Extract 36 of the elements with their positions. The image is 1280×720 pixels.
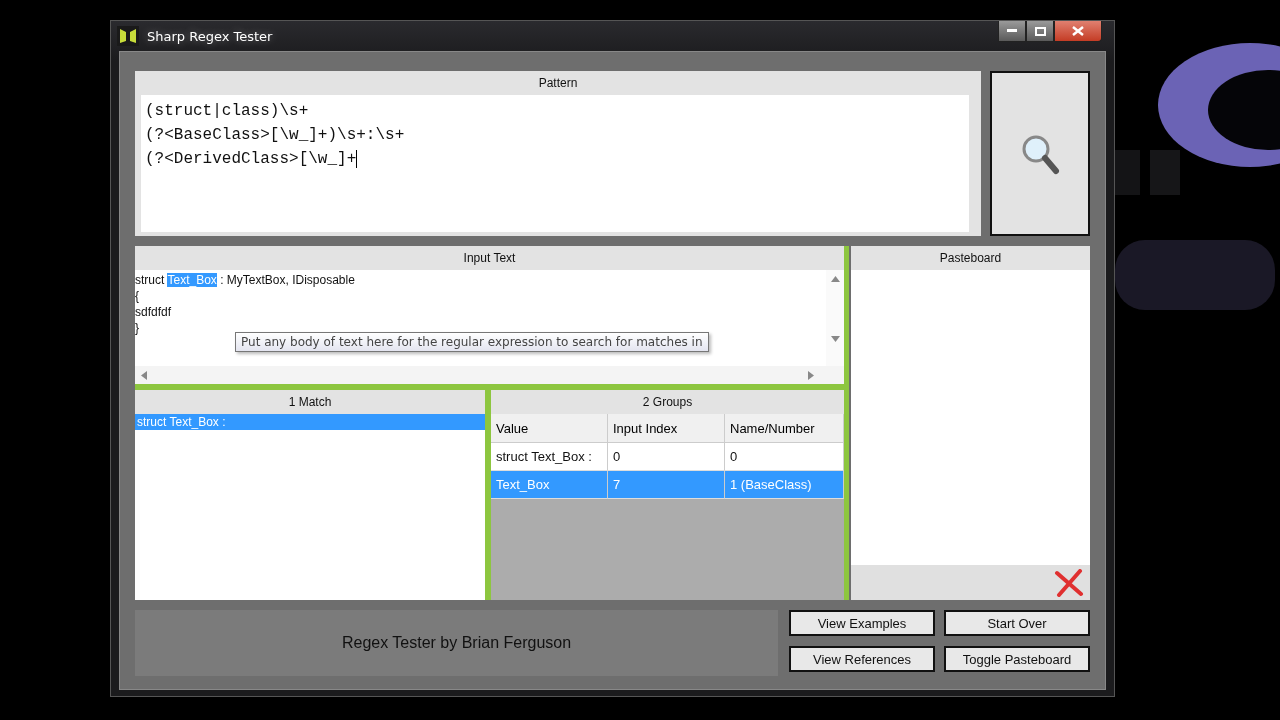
column-header[interactable]: Name/Number [725, 414, 844, 443]
table-cell[interactable]: 0 [725, 443, 844, 471]
search-button[interactable] [990, 71, 1090, 236]
app-logo-icon [117, 26, 139, 46]
vertical-scrollbar[interactable] [826, 270, 844, 366]
pasteboard-field[interactable] [851, 270, 1090, 565]
action-button[interactable]: View Examples [789, 610, 935, 636]
scroll-down-icon[interactable] [830, 336, 840, 342]
table-cell[interactable]: 0 [608, 443, 725, 471]
tooltip: Put any body of text here for the regular expression to search for matches in [235, 332, 709, 352]
column-header[interactable]: Value [491, 414, 608, 443]
close-button[interactable] [1054, 21, 1102, 42]
panel-title: 1 Match [135, 390, 485, 414]
column-header[interactable]: Input Index [608, 414, 725, 443]
horizontal-scrollbar[interactable] [135, 366, 844, 384]
panel-title: 2 Groups [491, 390, 844, 414]
maximize-icon [1034, 26, 1046, 36]
maximize-button[interactable] [1026, 21, 1054, 42]
window-title: Sharp Regex Tester [147, 28, 273, 44]
close-icon [1072, 26, 1084, 36]
action-button[interactable]: View References [789, 646, 935, 672]
scroll-right-icon[interactable] [808, 370, 814, 380]
action-button[interactable]: Toggle Pasteboard [944, 646, 1090, 672]
scroll-left-icon[interactable] [141, 370, 147, 380]
clear-icon[interactable] [1054, 568, 1084, 597]
credit-text: Regex Tester by Brian Ferguson [135, 610, 778, 676]
minimize-button[interactable] [998, 21, 1026, 42]
action-button[interactable]: Start Over [944, 610, 1090, 636]
minimize-icon [1007, 29, 1017, 33]
input-text-line: { [135, 288, 140, 304]
scroll-up-icon[interactable] [830, 276, 840, 282]
table-cell[interactable]: struct Text_Box : [491, 443, 608, 471]
input-text-line: sdfdfdf [135, 304, 173, 320]
input-text-line: struct Text_Box : MyTextBox, IDisposable [135, 272, 356, 288]
input-text-line: } [135, 320, 140, 336]
pattern-field[interactable]: (struct|class)\s+ (?<BaseClass>[\w_]+)\s+:\s+ (?<DerivedClass>[\w_]+ [141, 95, 969, 232]
